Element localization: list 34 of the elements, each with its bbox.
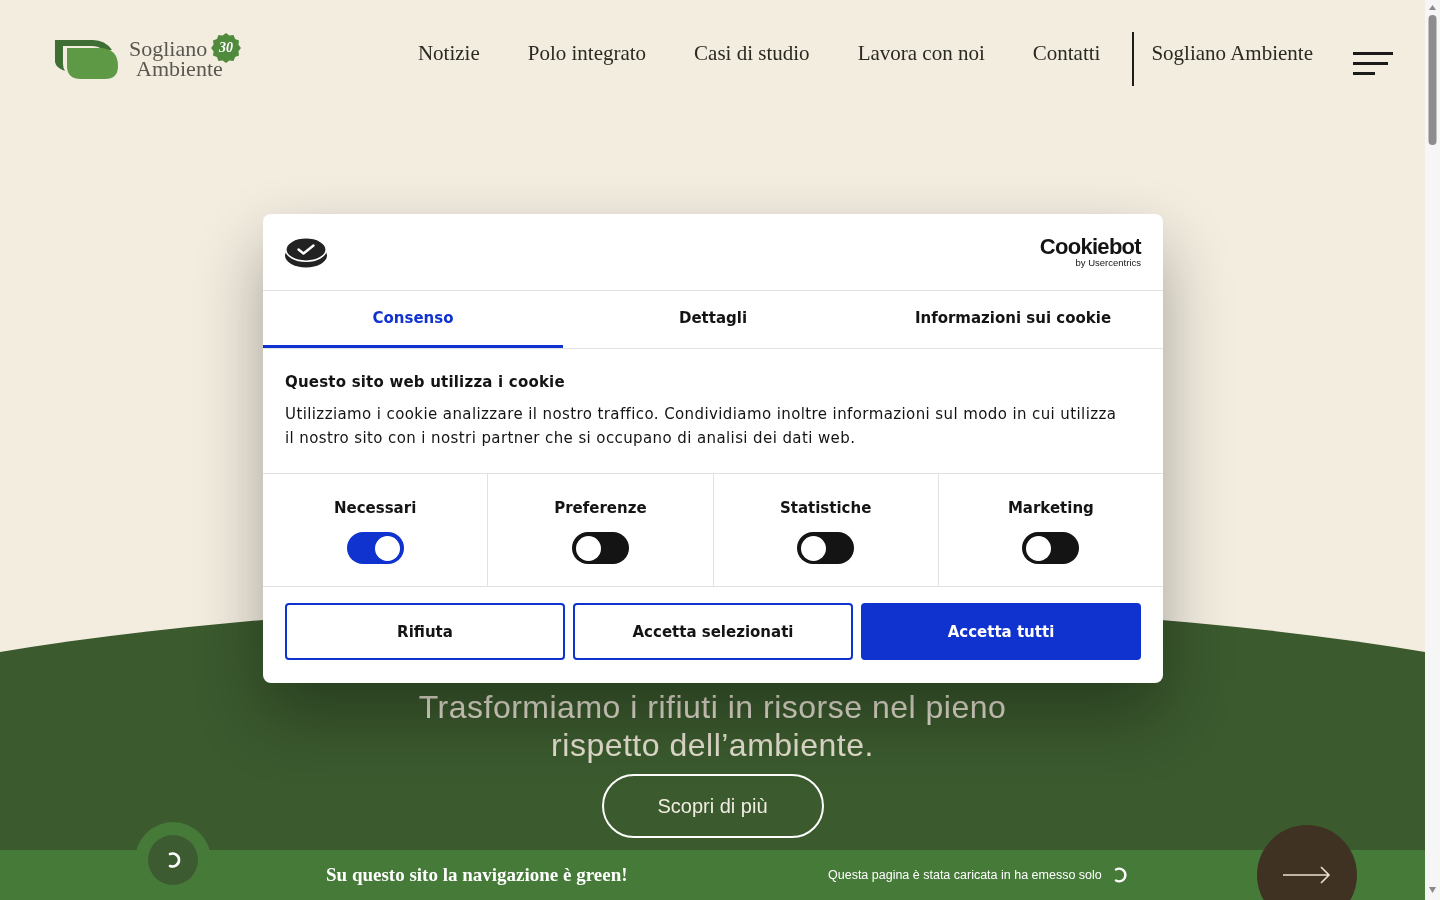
- nav-link[interactable]: Contatti: [1032, 40, 1101, 66]
- tab[interactable]: Consenso: [263, 291, 563, 348]
- toggle-switch[interactable]: [1022, 532, 1080, 564]
- nav-link[interactable]: Lavora con noi: [857, 40, 985, 66]
- scrollbar[interactable]: [1425, 0, 1440, 900]
- banner-title: Su questo sito la navigazione è green!: [326, 864, 628, 886]
- discover-button[interactable]: Scopri di più: [601, 774, 824, 838]
- anniversary-badge: 30: [211, 33, 241, 63]
- category-label: Marketing: [1007, 498, 1094, 518]
- arrow-right-icon: [1283, 866, 1331, 884]
- toggle-switch[interactable]: [571, 532, 629, 564]
- nav-link[interactable]: Sogliano Ambiente: [1151, 40, 1313, 66]
- dialog-title: Questo sito web utilizza i cookie: [285, 373, 566, 391]
- menu-button[interactable]: [1353, 52, 1393, 76]
- logo-text: Sogliano: [129, 39, 208, 59]
- check-disc-icon: [285, 236, 327, 268]
- consent-button[interactable]: Rifiuta: [285, 603, 565, 660]
- nav-link[interactable]: Polo integrato: [527, 40, 647, 66]
- hero-heading: Trasformiamo i rifiuti in risorse nel pieno rispetto dell’ambiente.: [417, 688, 1008, 764]
- category-label: Statistiche: [779, 498, 872, 518]
- banner-note: Questa pagina è stata caricata in ha emesso solo: [828, 868, 1102, 882]
- dialog-text: Utilizziamo i cookie analizzare il nostro traffico. Condividiamo inoltre informazioni sul modo in cui utilizza il nostro sito con i nostri partner che si occupano di analisi dei dati web.: [285, 404, 1118, 449]
- brand-logo-text: Cookiebot: [1039, 236, 1141, 257]
- nav-link[interactable]: Notizie: [417, 40, 480, 66]
- menu-icon: [1353, 52, 1393, 76]
- category-label: Preferenze: [554, 498, 647, 518]
- toggle-switch[interactable]: [346, 532, 404, 564]
- consent-button[interactable]: Accetta selezionati: [573, 603, 853, 660]
- leaf-icon: [55, 38, 119, 80]
- nav-link[interactable]: Casi di studio: [694, 40, 810, 66]
- toggle-switch[interactable]: [797, 532, 855, 564]
- category-label: Necessari: [333, 498, 417, 518]
- brand-subtitle: by Usercentrics: [1075, 257, 1141, 268]
- consent-button[interactable]: Accetta tutti: [861, 603, 1141, 660]
